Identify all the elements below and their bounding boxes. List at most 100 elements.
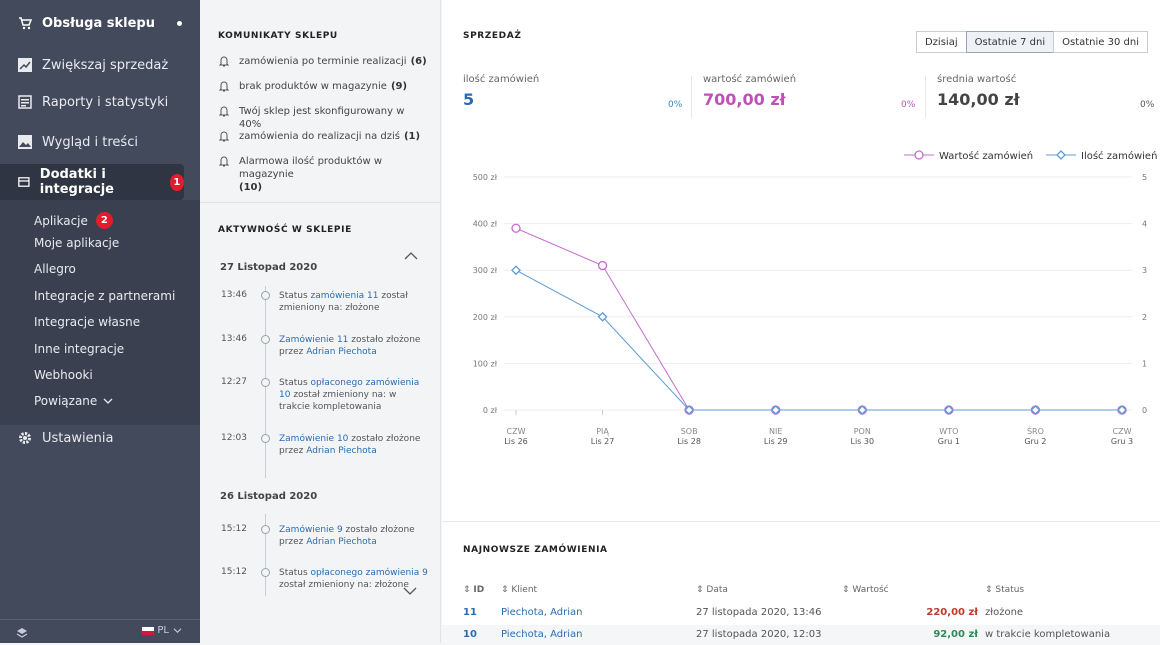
order-link[interactable]: Zamówienie 10 [279,434,348,444]
nav-item-dodatki[interactable]: Dodatki i integracje 1 [0,164,184,200]
order-status: w trakcie kompletowania [985,629,1111,640]
order-value: 220,00 zł [926,607,978,618]
notice-text: brak produktów w magazynie [239,81,387,92]
nav-item-zwiekszaj-sprzedaz[interactable]: Zwiększaj sprzedaż [0,47,200,83]
event-text: Status zamówienia 11 został zmieniony na… [279,291,408,313]
column-header-value[interactable]: ⇕ Wartość [842,585,889,595]
nav-label: Zwiększaj sprzedaż [42,57,169,73]
submenu-dodatki: Aplikacje 2 Moje aplikacje Allegro Integ… [0,200,200,425]
chevron-down-icon [173,628,182,634]
x-tick-day: NIE [769,427,782,436]
customer-link[interactable]: Adrian Piechota [306,537,376,547]
timeline-dot [261,568,270,577]
y-right-tick-label: 0 [1142,406,1147,415]
sub-item-aplikacje[interactable]: Aplikacje 2 [34,212,113,229]
chevron-up-icon[interactable] [404,251,418,261]
sub-item-integracje-wlasne[interactable]: Integracje własne [34,315,140,329]
language-selector[interactable]: PL [142,625,182,636]
timeline-dot [261,291,270,300]
chevron-down-icon[interactable] [403,586,417,596]
notice-count: (9) [390,81,408,92]
event-text: Zamówienie 10 zostało złożone przez Adri… [279,434,421,456]
sub-item-integracje-partnerami[interactable]: Integracje z partnerami [34,289,175,303]
column-header-id[interactable]: ⇕ ID [463,585,484,595]
sub-item-moje-aplikacje[interactable]: Moje aplikacje [34,236,119,250]
activity-day: 26 Listopad 2020 [220,491,318,502]
side-panel: KOMUNIKATY SKLEPU zamówienia po terminie… [200,0,441,643]
nav-item-ustawienia[interactable]: Ustawienia [0,420,200,456]
sub-item-label: Aplikacje [34,213,88,228]
customer-link[interactable]: Piechota, Adrian [501,629,582,640]
layers-icon[interactable] [16,627,28,639]
column-header-date[interactable]: ⇕ Data [696,585,728,595]
nav-label: Obsługa sklepu [42,15,155,31]
column-header-status[interactable]: ⇕ Status [985,585,1024,595]
event-text: Status opłaconego zamówienia 10 został z… [279,378,420,412]
x-tick-day: WTO [939,427,958,436]
sub-item-webhooki[interactable]: Webhooki [34,368,93,382]
notice-item[interactable]: zamówienia po terminie realizacji (6) [218,55,428,68]
report-icon [18,95,32,109]
period-button-7-days[interactable]: Ostatnie 7 dni [965,31,1055,53]
order-link[interactable]: Zamówienie 9 [279,525,343,535]
nav-item-obsluga-sklepu[interactable]: Obsługa sklepu [0,5,200,41]
notice-text: zamówienia do realizacji na dziś [239,131,400,142]
notice-count: (10) [239,182,263,193]
sidebar-footer: PL [0,619,200,643]
image-icon [18,135,32,149]
notice-item[interactable]: Twój sklep jest skonfigurowany w 40% [218,105,428,131]
y-left-tick-label: 100 zł [473,359,498,368]
notices-title: KOMUNIKATY SKLEPU [218,31,338,41]
x-tick-date: Lis 28 [677,437,701,446]
legend-marker [914,150,924,160]
customer-link[interactable]: Adrian Piechota [306,446,376,456]
nav-item-raporty[interactable]: Raporty i statystyki [0,84,200,120]
customer-link[interactable]: Adrian Piechota [306,347,376,357]
nav-label: Wygląd i treści [42,134,138,150]
y-right-tick-label: 5 [1142,173,1147,182]
period-button-today[interactable]: Dzisiaj [915,31,967,53]
order-date: 27 listopada 2020, 13:46 [696,607,822,618]
event-time: 13:46 [221,290,247,300]
order-link[interactable]: zamówienia 11 [311,291,379,301]
chart-icon [18,58,32,72]
stat-divider [925,76,926,118]
x-tick-day: PON [854,427,871,436]
order-link[interactable]: Zamówienie 11 [279,335,348,345]
period-selector: Dzisiaj Ostatnie 7 dni Ostatnie 30 dni [915,31,1148,53]
data-point [511,265,521,276]
column-header-client[interactable]: ⇕ Klient [501,585,537,595]
sub-item-powiazane[interactable]: Powiązane [34,394,113,408]
notice-item[interactable]: brak produktów w magazynie (9) [218,80,428,93]
bell-icon [218,131,230,142]
data-point [597,260,608,271]
sort-icon: ⇕ [463,585,474,595]
order-link[interactable]: opłaconego zamówienia 9 [311,568,428,578]
sub-item-inne-integracje[interactable]: Inne integracje [34,342,124,356]
activity-day: 27 Listopad 2020 [220,262,318,273]
notice-item[interactable]: zamówienia do realizacji na dziś (1) [218,130,428,143]
stat-label: ilość zamówień [463,74,540,85]
x-tick-date: Lis 30 [850,437,874,446]
notification-badge: 1 [169,173,184,191]
x-tick-date: Gru 2 [1024,437,1046,446]
sub-item-allegro[interactable]: Allegro [34,262,76,276]
series-line [515,269,1122,411]
event-time: 15:12 [221,567,247,577]
notice-item[interactable]: Alarmowa ilość produktów w magazynie (10) [218,155,428,194]
sub-item-label: Powiązane [34,394,98,408]
customer-link[interactable]: Piechota, Adrian [501,607,582,618]
period-button-30-days[interactable]: Ostatnie 30 dni [1053,31,1148,53]
main-content: SPRZEDAŻ Dzisiaj Ostatnie 7 dni Ostatnie… [442,0,1160,645]
nav-item-wyglad[interactable]: Wygląd i treści [0,124,200,160]
order-id-link[interactable]: 10 [463,629,477,640]
x-tick-day: PIĄ [596,427,609,436]
data-point [511,223,521,233]
order-date: 27 listopada 2020, 12:03 [696,629,822,640]
order-id-link[interactable]: 11 [463,607,477,618]
orders-title: NAJNOWSZE ZAMÓWIENIA [463,545,608,555]
sort-icon: ⇕ [842,585,853,595]
x-tick-day: SOB [681,427,698,436]
nav-label: Ustawienia [42,430,114,446]
y-right-tick-label: 4 [1142,220,1147,229]
